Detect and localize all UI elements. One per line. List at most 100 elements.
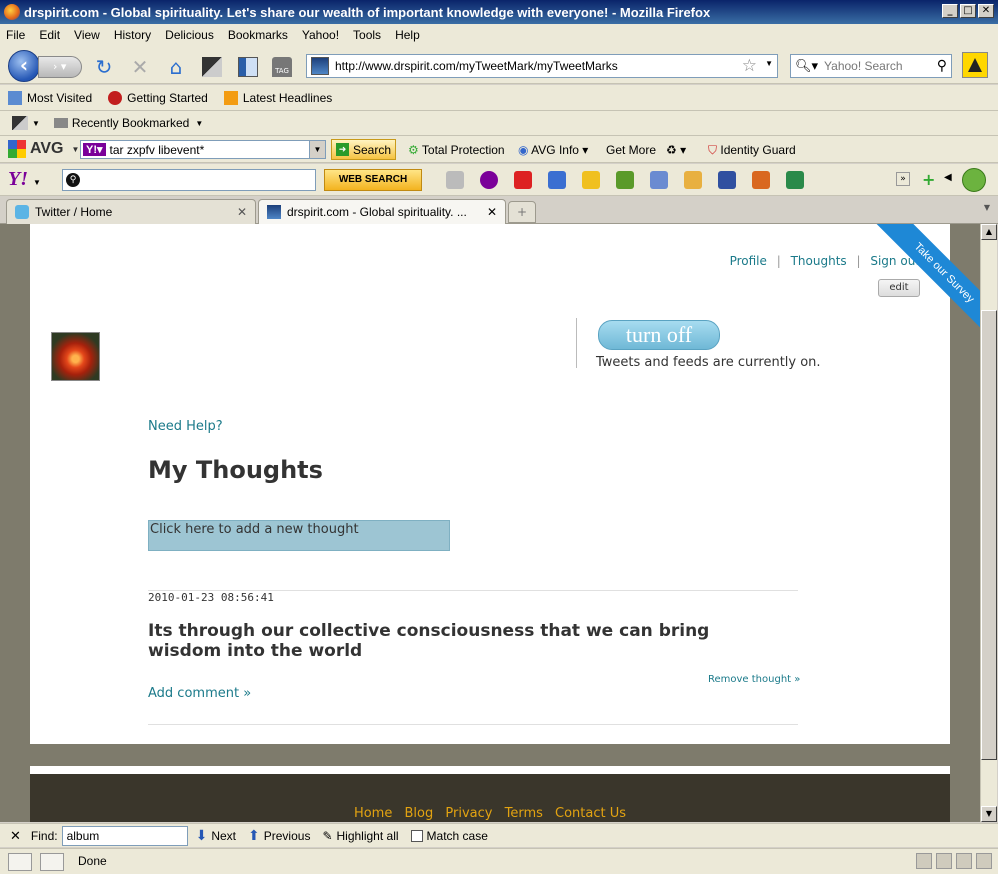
footer-home-link[interactable]: Home <box>354 806 392 821</box>
close-window-button[interactable]: ✕ <box>978 4 994 18</box>
delicious-icon[interactable] <box>12 116 28 130</box>
turn-off-button[interactable]: turn off <box>598 320 720 350</box>
status-addon-icon-1[interactable] <box>916 853 932 869</box>
find-input[interactable] <box>61 825 188 846</box>
firebug-icon[interactable] <box>976 853 992 869</box>
close-tab-icon[interactable]: ✕ <box>237 205 247 219</box>
new-tab-button[interactable]: + <box>508 201 536 223</box>
search-box[interactable]: 🔍︎▾ Yahoo! Search ⚲ <box>790 54 952 78</box>
url-dropdown-icon[interactable]: ▼ <box>765 59 773 68</box>
avg-extra-menu[interactable]: ♻ ▾ <box>666 143 686 157</box>
remove-thought-link[interactable]: Remove thought » <box>708 674 800 685</box>
find-next-button[interactable]: ⬇ Next <box>196 827 236 844</box>
highlight-all-button[interactable]: ✎ Highlight all <box>322 829 398 843</box>
footer-terms-link[interactable]: Terms <box>505 806 543 821</box>
avg-search-input[interactable]: Y!▾ tar zxpfv libevent* ▼ <box>80 140 326 159</box>
screenshot-icon[interactable] <box>200 56 224 78</box>
yahoo-news-icon[interactable] <box>514 171 532 189</box>
yahoo-web-search-button[interactable]: WEB SEARCH <box>324 169 422 191</box>
menu-tools[interactable]: Tools <box>353 28 381 42</box>
back-button[interactable]: ‹ <box>8 50 40 82</box>
profile-link[interactable]: Profile <box>730 254 767 268</box>
yahoo-logo[interactable]: Y! ▼ <box>8 168 41 191</box>
footer-blog-link[interactable]: Blog <box>404 806 433 821</box>
reload-icon[interactable]: ↻ <box>92 56 116 78</box>
match-case-checkbox[interactable]: Match case <box>410 829 488 843</box>
menu-delicious[interactable]: Delicious <box>165 28 214 42</box>
recently-bookmarked-menu[interactable]: Recently Bookmarked <box>72 116 189 130</box>
status-icon-2[interactable] <box>40 853 64 871</box>
mail-icon[interactable] <box>548 171 566 189</box>
shopping-icon[interactable] <box>752 171 770 189</box>
notification-icon[interactable] <box>962 52 988 78</box>
bookmarks-icon[interactable] <box>684 171 702 189</box>
yahoo-search-input[interactable]: ⚲ <box>62 169 316 191</box>
menu-file[interactable]: File <box>6 28 25 42</box>
search-go-icon[interactable]: ⚲ <box>937 57 947 74</box>
answers-icon[interactable] <box>650 171 668 189</box>
menu-yahoo[interactable]: Yahoo! <box>302 28 339 42</box>
page-footer: Home Blog Privacy Terms Contact Us <box>30 766 950 822</box>
scroll-down-button[interactable]: ▼ <box>981 806 997 822</box>
bookmark-most-visited[interactable]: Most Visited <box>8 90 92 105</box>
status-icon-1[interactable] <box>8 853 32 871</box>
avg-info-menu[interactable]: ◉ AVG Info ▾ <box>518 143 588 157</box>
menu-bookmarks[interactable]: Bookmarks <box>228 28 288 42</box>
add-icon[interactable]: + <box>922 170 935 189</box>
avg-get-more[interactable]: Get More <box>606 143 656 157</box>
scroll-thumb[interactable] <box>981 310 997 760</box>
vertical-scrollbar[interactable]: ▲ ▼ <box>980 224 997 822</box>
my-yahoo-icon[interactable] <box>480 171 498 189</box>
need-help-link[interactable]: Need Help? <box>148 419 223 434</box>
add-thought-button[interactable]: Click here to add a new thought <box>148 520 450 551</box>
minimize-button[interactable]: _ <box>942 4 958 18</box>
sidebar-icon[interactable] <box>236 56 260 78</box>
toolbar-overflow-icon[interactable]: » <box>896 172 910 186</box>
tab-drspirit[interactable]: drspirit.com - Global spirituality. ... … <box>258 199 506 224</box>
avg-search-value[interactable]: tar zxpfv libevent* <box>110 143 205 157</box>
bookmark-star-icon[interactable]: ☆ <box>742 56 757 76</box>
menu-history[interactable]: History <box>114 28 151 42</box>
close-tab-icon[interactable]: ✕ <box>487 205 497 219</box>
notepad-icon[interactable] <box>582 171 600 189</box>
avg-total-protection[interactable]: ⚙ Total Protection <box>408 143 505 157</box>
footer-privacy-link[interactable]: Privacy <box>445 806 492 821</box>
games-icon[interactable] <box>616 171 634 189</box>
footer-contact-link[interactable]: Contact Us <box>555 806 626 821</box>
home-icon[interactable]: ⌂ <box>164 56 188 78</box>
tab-list-icon[interactable]: ▼ <box>980 203 994 217</box>
tag-icon[interactable]: TAG <box>270 56 294 78</box>
favorites-icon[interactable] <box>718 171 736 189</box>
find-previous-button[interactable]: ⬆ Previous <box>248 827 310 844</box>
delicious-dropdown-icon[interactable]: ▼ <box>32 119 40 128</box>
close-find-icon[interactable]: ✕ <box>10 828 21 844</box>
identity-guard[interactable]: ⛉ Identity Guard <box>708 143 796 158</box>
calendar-icon[interactable] <box>786 171 804 189</box>
bookmark-latest-headlines[interactable]: Latest Headlines <box>223 90 332 105</box>
stop-icon[interactable]: ✕ <box>128 56 152 78</box>
maximize-button[interactable]: □ <box>960 4 976 18</box>
scroll-up-button[interactable]: ▲ <box>981 224 997 240</box>
menu-help[interactable]: Help <box>395 28 420 42</box>
avg-search-dropdown-icon[interactable]: ▼ <box>309 141 325 158</box>
thoughts-link[interactable]: Thoughts <box>791 254 847 268</box>
search-engine-icon[interactable]: 🔍︎▾ <box>795 58 818 74</box>
bookmark-getting-started[interactable]: Getting Started <box>108 90 208 105</box>
avg-search-button[interactable]: ➜ Search <box>331 139 397 160</box>
url-bar[interactable]: http://www.drspirit.com/myTweetMark/myTw… <box>306 54 778 78</box>
avatar[interactable] <box>51 332 100 381</box>
url-text[interactable]: http://www.drspirit.com/myTweetMark/myTw… <box>335 59 618 73</box>
forward-button[interactable]: › ▾ <box>38 56 82 78</box>
yahoo-toolbar-icon-1[interactable] <box>446 171 464 189</box>
gear-icon[interactable] <box>962 168 986 192</box>
tab-twitter[interactable]: Twitter / Home ✕ <box>6 199 256 224</box>
chevron-left-icon[interactable]: ◀ <box>944 172 952 183</box>
mail-status-icon[interactable] <box>956 853 972 869</box>
menu-edit[interactable]: Edit <box>39 28 60 42</box>
survey-banner[interactable]: Take our Survey <box>860 224 980 344</box>
menu-view[interactable]: View <box>74 28 100 42</box>
yahoo-engine-icon[interactable]: Y!▾ <box>83 143 106 156</box>
status-addon-icon-2[interactable] <box>936 853 952 869</box>
avg-logo[interactable]: AVG ▼ <box>8 140 79 158</box>
add-comment-link[interactable]: Add comment » <box>148 686 251 701</box>
